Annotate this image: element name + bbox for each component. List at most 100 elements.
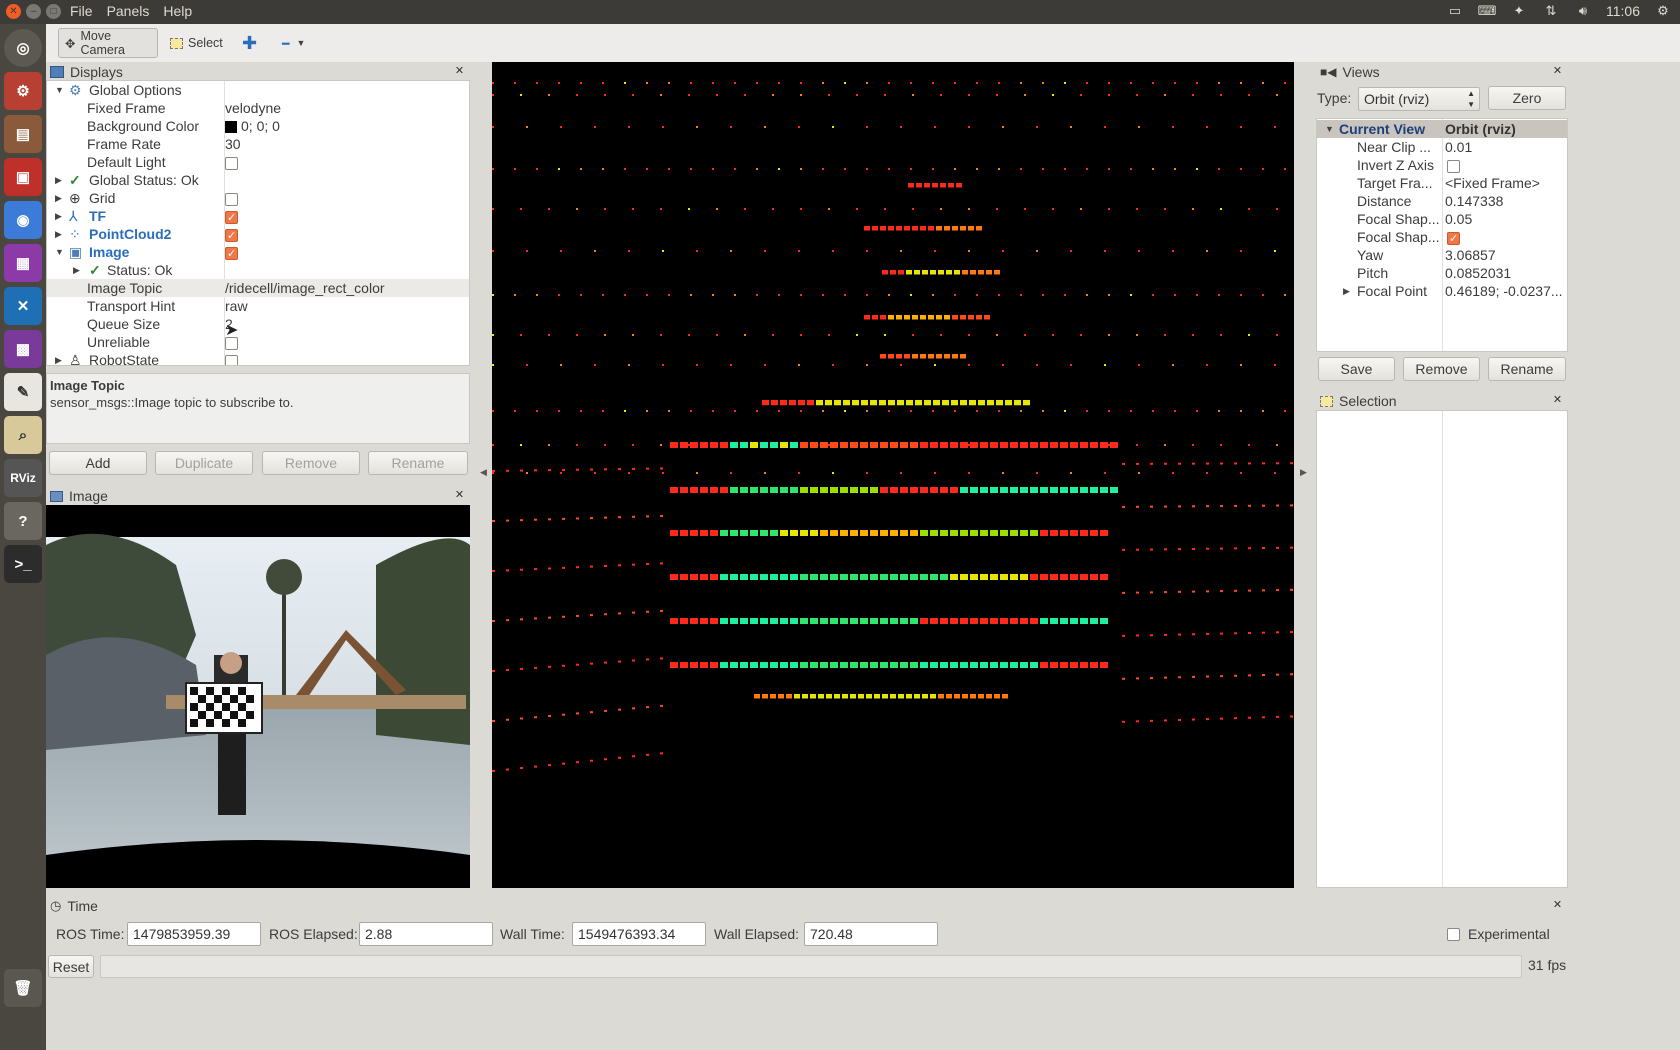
- row-value[interactable]: 3.06857: [1445, 246, 1496, 264]
- collapsed-arrow-icon[interactable]: ▶: [55, 171, 62, 189]
- display-row-pointcloud2[interactable]: ▶ ⁘ PointCloud2: [47, 225, 469, 245]
- row-value[interactable]: 30: [225, 135, 241, 153]
- expanded-arrow-icon[interactable]: ▼: [55, 243, 64, 261]
- monitor-icon[interactable]: ▭: [1446, 3, 1464, 19]
- grid-checkbox[interactable]: [225, 189, 238, 207]
- focal-shape-checkbox[interactable]: [1447, 228, 1460, 248]
- display-row-image-topic[interactable]: Image Topic /ridecell/image_rect_color: [47, 279, 469, 297]
- view-row-near-clip[interactable]: Near Clip ... 0.01: [1317, 138, 1567, 156]
- display-row-frame-rate[interactable]: Frame Rate 30: [47, 135, 469, 153]
- clock[interactable]: 11:06: [1606, 3, 1640, 19]
- zero-button[interactable]: Zero: [1488, 86, 1566, 110]
- view-row-current-view[interactable]: ▼ Current View Orbit (rviz): [1317, 120, 1567, 138]
- expanded-arrow-icon[interactable]: ▼: [55, 81, 64, 99]
- media-icon[interactable]: ▩: [4, 330, 42, 368]
- collapsed-arrow-icon[interactable]: ▶: [55, 207, 62, 225]
- tf-checkbox[interactable]: [225, 207, 238, 227]
- dash-icon[interactable]: ◎: [4, 29, 42, 67]
- color-value[interactable]: 0; 0; 0: [225, 117, 280, 135]
- collapsed-arrow-icon[interactable]: ▶: [55, 189, 62, 207]
- invert-z-checkbox[interactable]: [1447, 156, 1460, 174]
- remove-tool-icon[interactable]: ━ ▼: [276, 28, 311, 58]
- menu-file[interactable]: File: [70, 3, 93, 19]
- vscode-icon[interactable]: ✕: [4, 287, 42, 325]
- close-icon[interactable]: ✕: [1551, 899, 1564, 912]
- default-light-checkbox[interactable]: [225, 153, 238, 171]
- view-row-yaw[interactable]: Yaw 3.06857: [1317, 246, 1567, 264]
- display-row-grid[interactable]: ▶ ⊕ Grid: [47, 189, 469, 207]
- display-row-global-options[interactable]: ▼ ⚙ Global Options: [47, 81, 469, 99]
- collapsed-arrow-icon[interactable]: ▶: [73, 261, 80, 279]
- volume-icon[interactable]: 🔊︎: [1574, 3, 1592, 19]
- display-row-robotstate[interactable]: ▶ ♙ RobotState: [47, 351, 469, 365]
- network-icon[interactable]: ⇅: [1542, 3, 1560, 19]
- maximize-window-button[interactable]: □: [46, 4, 61, 19]
- display-row-global-status[interactable]: ▶ ✓ Global Status: Ok: [47, 171, 469, 189]
- reset-button[interactable]: Reset: [48, 955, 94, 978]
- help-icon[interactable]: ?: [4, 502, 42, 540]
- video-icon[interactable]: ▦: [4, 244, 42, 282]
- settings-icon[interactable]: ⚙: [4, 72, 42, 110]
- ros-elapsed-field[interactable]: 2.88: [359, 922, 493, 946]
- chrome-icon[interactable]: ◉: [4, 201, 42, 239]
- view-row-pitch[interactable]: Pitch 0.0852031: [1317, 264, 1567, 282]
- rename-display-button[interactable]: Rename: [368, 451, 468, 475]
- row-value[interactable]: 0.46189; -0.0237...: [1445, 282, 1563, 300]
- menu-panels[interactable]: Panels: [107, 3, 150, 19]
- collapsed-arrow-icon[interactable]: ▶: [55, 351, 62, 365]
- view-row-focal-point[interactable]: ▶ Focal Point 0.46189; -0.0237...: [1317, 282, 1567, 300]
- robotstate-checkbox[interactable]: [225, 351, 238, 365]
- add-tool-icon[interactable]: ✚: [236, 28, 263, 58]
- close-window-button[interactable]: ✕: [6, 4, 21, 19]
- image-checkbox[interactable]: [225, 243, 238, 263]
- select-button[interactable]: Select: [164, 28, 229, 58]
- row-value[interactable]: 0.0852031: [1445, 264, 1511, 282]
- close-icon[interactable]: ✕: [453, 65, 466, 78]
- menu-help[interactable]: Help: [163, 3, 192, 19]
- view-row-distance[interactable]: Distance 0.147338: [1317, 192, 1567, 210]
- collapsed-arrow-icon[interactable]: ▶: [55, 225, 62, 243]
- display-row-queue-size[interactable]: Queue Size 2: [47, 315, 469, 333]
- close-icon[interactable]: ✕: [1551, 394, 1564, 407]
- keyboard-icon[interactable]: ⌨: [1478, 3, 1497, 19]
- text-editor-icon[interactable]: ✎: [4, 373, 42, 411]
- row-value[interactable]: /ridecell/image_rect_color: [225, 279, 385, 297]
- pointcloud2-checkbox[interactable]: [225, 225, 238, 245]
- collapse-left-icon[interactable]: ◀: [480, 468, 487, 478]
- ros-time-field[interactable]: 1479853959.39: [127, 922, 261, 946]
- row-value[interactable]: 0.05: [1445, 210, 1472, 228]
- expanded-arrow-icon[interactable]: ▼: [1325, 120, 1334, 138]
- display-row-image[interactable]: ▼ ▣ Image: [47, 243, 469, 263]
- wall-time-field[interactable]: 1549476393.34: [572, 922, 706, 946]
- wall-elapsed-field[interactable]: 720.48: [804, 922, 938, 946]
- row-value[interactable]: <Fixed Frame>: [1445, 174, 1540, 192]
- display-row-background-color[interactable]: Background Color 0; 0; 0: [47, 117, 469, 135]
- 3d-render-view[interactable]: [492, 62, 1294, 888]
- display-row-unreliable[interactable]: Unreliable: [47, 333, 469, 351]
- collapse-right-icon[interactable]: ▶: [1300, 468, 1307, 478]
- files-icon[interactable]: ▤: [4, 115, 42, 153]
- add-display-button[interactable]: Add: [49, 451, 147, 475]
- rename-view-button[interactable]: Rename: [1488, 357, 1566, 381]
- close-icon[interactable]: ✕: [453, 489, 466, 502]
- row-value[interactable]: velodyne: [225, 99, 281, 117]
- row-value[interactable]: 0.147338: [1445, 192, 1503, 210]
- display-row-fixed-frame[interactable]: Fixed Frame velodyne: [47, 99, 469, 117]
- view-type-select[interactable]: Orbit (rviz) ▲ ▼: [1358, 87, 1480, 111]
- collapsed-arrow-icon[interactable]: ▶: [1343, 282, 1350, 300]
- view-row-target-frame[interactable]: Target Fra... <Fixed Frame>: [1317, 174, 1567, 192]
- search-icon[interactable]: ⌕: [4, 416, 42, 454]
- trash-icon[interactable]: 🗑︎: [4, 969, 42, 1007]
- view-row-invert-z[interactable]: Invert Z Axis: [1317, 156, 1567, 174]
- display-row-transport-hint[interactable]: Transport Hint raw: [47, 297, 469, 315]
- terminal-icon[interactable]: >_: [4, 545, 42, 583]
- save-view-button[interactable]: Save: [1318, 357, 1395, 381]
- gear-icon[interactable]: ⚙: [1654, 3, 1672, 19]
- experimental-checkbox[interactable]: [1447, 927, 1460, 942]
- display-row-default-light[interactable]: Default Light: [47, 153, 469, 171]
- move-camera-button[interactable]: ✥ Move Camera: [58, 28, 158, 58]
- terminal-red-icon[interactable]: ▣: [4, 158, 42, 196]
- row-value[interactable]: raw: [225, 297, 248, 315]
- minimize-window-button[interactable]: –: [26, 4, 41, 19]
- view-row-focal-shape-size[interactable]: Focal Shap... 0.05: [1317, 210, 1567, 228]
